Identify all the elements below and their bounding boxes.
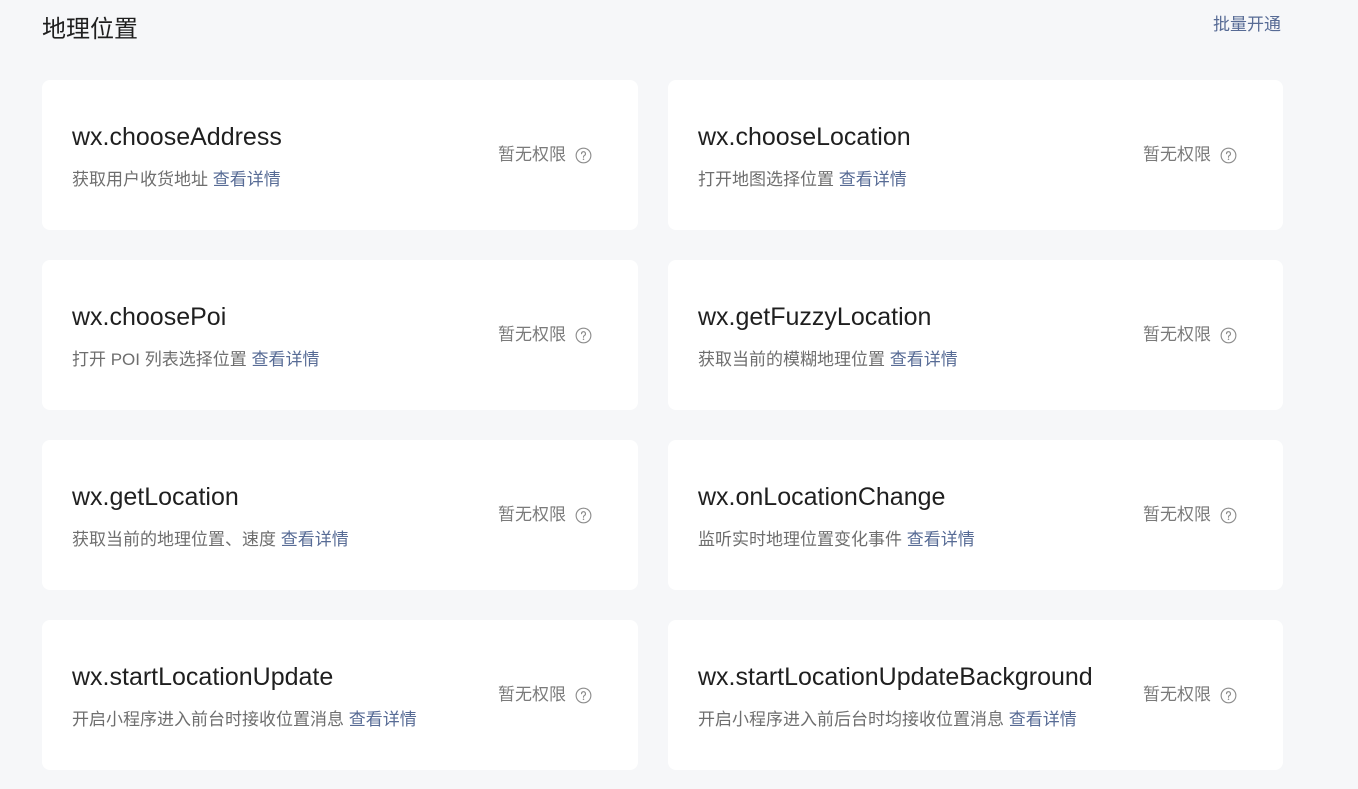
- question-circle-icon[interactable]: [1220, 147, 1237, 164]
- permission-status: 暂无权限: [1143, 503, 1237, 527]
- api-description-text: 开启小程序进入前台时接收位置消息: [72, 710, 344, 729]
- api-description: 获取当前的模糊地理位置 查看详情: [698, 348, 958, 372]
- permission-status-text: 暂无权限: [1143, 685, 1211, 704]
- api-description-text: 获取当前的地理位置、速度: [72, 530, 276, 549]
- api-description: 监听实时地理位置变化事件 查看详情: [698, 528, 975, 552]
- api-card-on-location-change: wx.onLocationChange 监听实时地理位置变化事件 查看详情 暂无…: [668, 440, 1283, 590]
- api-card-start-location-update: wx.startLocationUpdate 开启小程序进入前台时接收位置消息 …: [42, 620, 638, 770]
- api-card-choose-location: wx.chooseLocation 打开地图选择位置 查看详情 暂无权限: [668, 80, 1283, 230]
- view-details-link[interactable]: 查看详情: [281, 530, 349, 549]
- api-name: wx.chooseLocation: [698, 123, 911, 151]
- permission-status-text: 暂无权限: [498, 685, 566, 704]
- question-circle-icon[interactable]: [1220, 327, 1237, 344]
- permission-status: 暂无权限: [1143, 143, 1237, 167]
- api-card-choose-poi: wx.choosePoi 打开 POI 列表选择位置 查看详情 暂无权限: [42, 260, 638, 410]
- api-description-text: 开启小程序进入前后台时均接收位置消息: [698, 710, 1004, 729]
- permission-status-text: 暂无权限: [498, 505, 566, 524]
- question-circle-icon[interactable]: [575, 327, 592, 344]
- api-description: 开启小程序进入前后台时均接收位置消息 查看详情: [698, 708, 1077, 732]
- permission-status: 暂无权限: [1143, 683, 1237, 707]
- api-name: wx.startLocationUpdateBackground: [698, 663, 1093, 691]
- question-circle-icon[interactable]: [575, 507, 592, 524]
- api-name: wx.getFuzzyLocation: [698, 303, 932, 331]
- permission-status-text: 暂无权限: [1143, 325, 1211, 344]
- api-description-text: 打开 POI 列表选择位置: [72, 350, 247, 369]
- permission-status: 暂无权限: [498, 323, 592, 347]
- question-circle-icon[interactable]: [1220, 507, 1237, 524]
- view-details-link[interactable]: 查看详情: [1009, 710, 1077, 729]
- api-description: 打开地图选择位置 查看详情: [698, 168, 907, 192]
- view-details-link[interactable]: 查看详情: [839, 170, 907, 189]
- api-description-text: 打开地图选择位置: [698, 170, 834, 189]
- api-name: wx.onLocationChange: [698, 483, 946, 511]
- api-name: wx.chooseAddress: [72, 123, 282, 151]
- permission-status: 暂无权限: [498, 143, 592, 167]
- api-card-get-location: wx.getLocation 获取当前的地理位置、速度 查看详情 暂无权限: [42, 440, 638, 590]
- view-details-link[interactable]: 查看详情: [890, 350, 958, 369]
- api-card-start-location-update-background: wx.startLocationUpdateBackground 开启小程序进入…: [668, 620, 1283, 770]
- permission-status: 暂无权限: [498, 683, 592, 707]
- api-description: 打开 POI 列表选择位置 查看详情: [72, 348, 319, 372]
- api-description-text: 获取当前的模糊地理位置: [698, 350, 885, 369]
- permission-status-text: 暂无权限: [498, 145, 566, 164]
- permission-status: 暂无权限: [498, 503, 592, 527]
- question-circle-icon[interactable]: [575, 687, 592, 704]
- permission-status-text: 暂无权限: [1143, 145, 1211, 164]
- view-details-link[interactable]: 查看详情: [251, 350, 319, 369]
- view-details-link[interactable]: 查看详情: [349, 710, 417, 729]
- api-name: wx.getLocation: [72, 483, 239, 511]
- api-description-text: 监听实时地理位置变化事件: [698, 530, 902, 549]
- question-circle-icon[interactable]: [1220, 687, 1237, 704]
- permission-status-text: 暂无权限: [1143, 505, 1211, 524]
- view-details-link[interactable]: 查看详情: [907, 530, 975, 549]
- api-description-text: 获取用户收货地址: [72, 170, 208, 189]
- permission-status-text: 暂无权限: [498, 325, 566, 344]
- question-circle-icon[interactable]: [575, 147, 592, 164]
- api-description: 获取当前的地理位置、速度 查看详情: [72, 528, 349, 552]
- api-card-get-fuzzy-location: wx.getFuzzyLocation 获取当前的模糊地理位置 查看详情 暂无权…: [668, 260, 1283, 410]
- permission-status: 暂无权限: [1143, 323, 1237, 347]
- api-description: 获取用户收货地址 查看详情: [72, 168, 281, 192]
- api-card-choose-address: wx.chooseAddress 获取用户收货地址 查看详情 暂无权限: [42, 80, 638, 230]
- api-description: 开启小程序进入前台时接收位置消息 查看详情: [72, 708, 417, 732]
- api-name: wx.choosePoi: [72, 303, 227, 331]
- section-title: 地理位置: [42, 16, 138, 43]
- batch-enable-link[interactable]: 批量开通: [1213, 14, 1281, 36]
- view-details-link[interactable]: 查看详情: [213, 170, 281, 189]
- api-name: wx.startLocationUpdate: [72, 663, 334, 691]
